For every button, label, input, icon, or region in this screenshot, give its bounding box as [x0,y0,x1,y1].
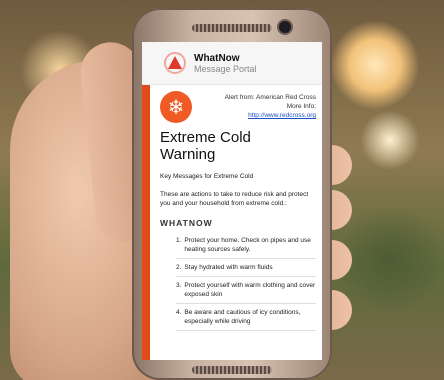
action-item: 4. Be aware and cautious of icy conditio… [176,304,316,331]
app-header: WhatNow Message Portal [142,42,322,85]
photo-background: WhatNow Message Portal ❄ Alert from: Ame… [0,0,444,380]
whatnow-heading: WHATNOW [160,218,213,228]
more-info-label: More Info: [286,103,316,110]
phone: WhatNow Message Portal ❄ Alert from: Ame… [132,8,332,380]
intro-text: These are actions to take to reduce risk… [160,191,309,207]
earpiece-speaker [192,24,272,32]
alert-title-line2: Warning [160,146,216,163]
app-subtitle: Message Portal [194,63,257,74]
alert-content: ❄ Alert from: American Red Cross More In… [142,85,322,360]
more-info-link[interactable]: http://www.redcross.org [192,111,316,120]
alert-title-line1: Extreme Cold [160,129,251,146]
alert-title: Extreme Cold Warning [160,129,316,163]
app-name: WhatNow [194,52,240,64]
action-item: 3. Protect yourself with warm clothing a… [176,277,316,304]
snowflake-icon: ❄ [160,91,192,123]
phone-screen: WhatNow Message Portal ❄ Alert from: Ame… [142,42,322,360]
actions-list: 1. Protect your home. Check on pipes and… [156,232,322,331]
alert-accent-bar [142,85,150,360]
bottom-speaker [192,366,272,374]
front-camera [279,21,291,33]
alert-from: Alert from: American Red Cross [224,94,316,101]
action-item: 2. Stay hydrated with warm fluids [176,259,316,277]
action-item: 1. Protect your home. Check on pipes and… [176,232,316,259]
alert-source: Alert from: American Red Cross More Info… [192,91,316,123]
key-messages-heading: Key Messages for Extreme Cold [160,173,254,180]
whatnow-logo-icon [164,52,186,74]
